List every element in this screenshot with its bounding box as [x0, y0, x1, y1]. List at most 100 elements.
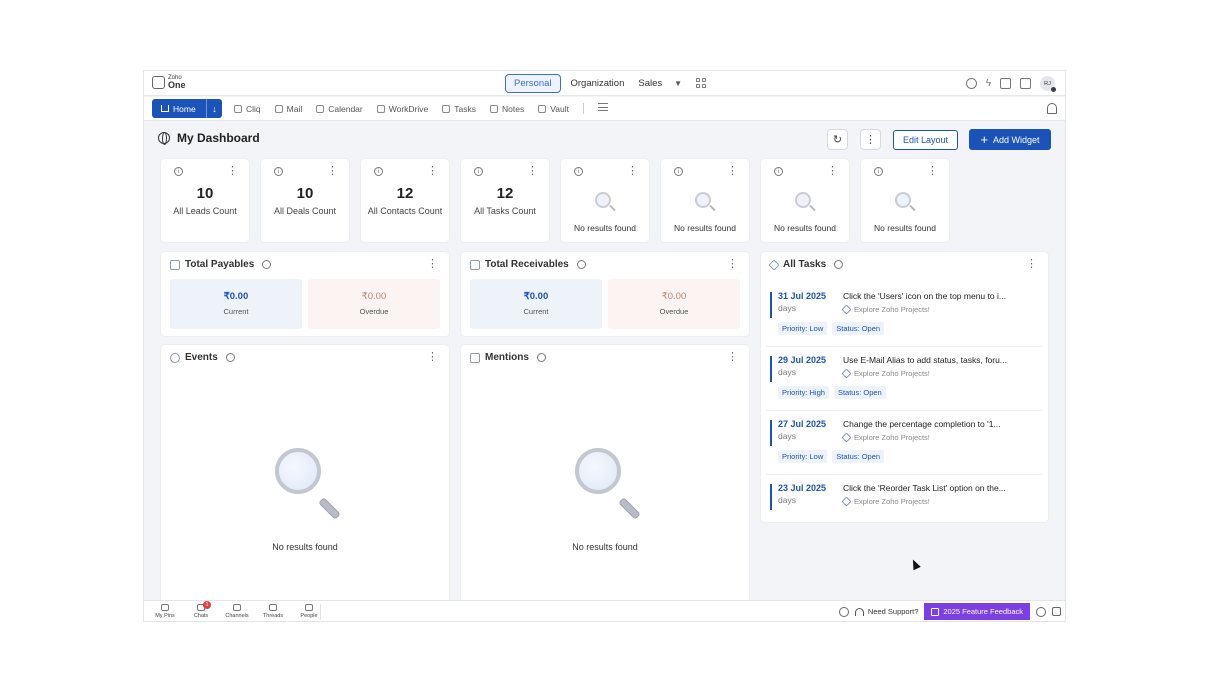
info-icon[interactable]: i	[874, 167, 883, 176]
empty-state-text: No results found	[572, 542, 638, 552]
kebab-icon[interactable]: ⋮	[627, 164, 638, 177]
tasks-icon	[442, 104, 451, 113]
kebab-icon[interactable]: ⋮	[427, 257, 438, 270]
unread-badge: 1	[203, 601, 211, 609]
mention-icon[interactable]	[965, 78, 977, 89]
avatar[interactable]: RJ	[1040, 76, 1056, 92]
empty-state-text: No results found	[574, 223, 636, 233]
info-icon[interactable]	[834, 260, 844, 269]
home-button[interactable]: Home ↓	[152, 99, 222, 118]
nav-item-notes[interactable]: Notes	[490, 103, 524, 114]
info-icon[interactable]: i	[574, 167, 583, 176]
task-project: Explore Zoho Projects!	[841, 304, 930, 315]
bottom-item-my-pins[interactable]: My Pins	[152, 604, 178, 619]
bell-icon[interactable]	[1047, 103, 1057, 114]
top-icons: ϟ RJ	[965, 76, 1056, 92]
receivables-overdue[interactable]: ₹0.00 Overdue	[608, 279, 740, 329]
kebab-icon[interactable]: ⋮	[827, 164, 838, 177]
widget-total-receivables: Total Receivables ⋮ ₹0.00 Current ₹0.00 …	[461, 252, 749, 336]
bottom-item-channels[interactable]: Channels	[224, 604, 250, 619]
info-icon[interactable]	[262, 260, 272, 269]
apps-grid-icon[interactable]	[696, 78, 707, 88]
refresh-icon: ↻	[832, 134, 843, 146]
add-widget-button[interactable]: + Add Widget	[969, 129, 1051, 150]
widget-empty[interactable]: i ⋮ No results found	[661, 159, 749, 242]
task-item[interactable]: 23 Jul 2025 days Click the 'Reorder Task…	[770, 483, 1038, 513]
nav-item-calendar[interactable]: Calendar	[316, 103, 363, 114]
widget-empty[interactable]: i ⋮ No results found	[761, 159, 849, 242]
widget-deals-count[interactable]: i ⋮ 10 All Deals Count	[261, 159, 349, 242]
info-icon[interactable]	[536, 353, 546, 362]
widget-empty[interactable]: i ⋮ No results found	[861, 159, 949, 242]
task-days: days	[778, 431, 796, 441]
arrow-down-icon[interactable]: ↓	[206, 99, 222, 118]
kebab-icon[interactable]: ⋮	[527, 164, 538, 177]
widget-tasks-count[interactable]: i ⋮ 12 All Tasks Count	[461, 159, 549, 242]
info-icon[interactable]: i	[174, 167, 183, 176]
bottom-item-people[interactable]: People	[296, 604, 322, 619]
info-icon[interactable]: i	[674, 167, 683, 176]
receivables-current[interactable]: ₹0.00 Current	[470, 279, 602, 329]
kebab-icon[interactable]: ⋮	[427, 350, 438, 363]
bottom-item-chats[interactable]: 1 Chats	[188, 601, 214, 619]
need-support-button[interactable]: Need Support?	[854, 607, 918, 616]
task-title[interactable]: Use E-Mail Alias to add status, tasks, f…	[843, 355, 1007, 365]
task-item[interactable]: 31 Jul 2025 days Click the 'Users' icon …	[770, 291, 1038, 341]
info-icon[interactable]	[576, 260, 586, 269]
kebab-icon[interactable]: ⋮	[727, 257, 738, 270]
kebab-icon[interactable]: ⋮	[927, 164, 938, 177]
pin-icon	[161, 604, 169, 611]
magnifier-icon	[895, 192, 911, 208]
nav-item-tasks[interactable]: Tasks	[442, 103, 476, 114]
logo-main-text: One	[168, 80, 186, 90]
kebab-icon[interactable]: ⋮	[727, 350, 738, 363]
more-options-button[interactable]: ⋮	[860, 129, 881, 150]
refresh-button[interactable]: ↻	[827, 129, 848, 150]
task-title[interactable]: Click the 'Users' icon on the top menu t…	[843, 291, 1006, 301]
info-icon[interactable]: i	[774, 167, 783, 176]
chevron-down-icon[interactable]: ▼	[674, 79, 682, 88]
info-icon[interactable]	[225, 353, 235, 362]
kebab-icon[interactable]: ⋮	[427, 164, 438, 177]
nav-item-cliq[interactable]: Cliq	[234, 103, 261, 114]
magnifier-icon	[275, 448, 321, 494]
settings-icon[interactable]	[838, 606, 849, 617]
bottom-item-threads[interactable]: Threads	[260, 604, 286, 619]
customize-nav-icon[interactable]	[597, 103, 608, 111]
kebab-icon[interactable]: ⋮	[727, 164, 738, 177]
payables-current[interactable]: ₹0.00 Current	[170, 279, 302, 329]
nav-item-mail[interactable]: Mail	[274, 103, 302, 114]
count-value: 12	[496, 185, 514, 202]
lightning-icon[interactable]: ϟ	[986, 78, 991, 89]
magnifier-icon	[595, 192, 611, 208]
nav-item-workdrive[interactable]: WorkDrive	[376, 103, 428, 114]
payables-overdue[interactable]: ₹0.00 Overdue	[308, 279, 440, 329]
kebab-icon[interactable]: ⋮	[1026, 257, 1037, 270]
calendar-icon[interactable]	[1000, 78, 1011, 89]
widget-leads-count[interactable]: i ⋮ 10 All Leads Count	[161, 159, 249, 242]
info-icon[interactable]: i	[274, 167, 283, 176]
globe-icon	[158, 132, 170, 145]
info-icon[interactable]: i	[474, 167, 483, 176]
nav-item-vault[interactable]: Vault	[538, 103, 569, 114]
scope-organization[interactable]: Organization	[567, 75, 629, 92]
scope-personal[interactable]: Personal	[505, 73, 561, 93]
widget-title: Total Payables	[185, 259, 255, 270]
task-item[interactable]: 29 Jul 2025 days Use E-Mail Alias to add…	[770, 355, 1038, 405]
widget-empty[interactable]: i ⋮ No results found	[561, 159, 649, 242]
assistant-icon[interactable]	[1052, 607, 1061, 616]
feature-feedback-button[interactable]: 2025 Feature Feedback	[924, 603, 1030, 620]
info-icon[interactable]: i	[374, 167, 383, 176]
scope-sales[interactable]: Sales	[634, 75, 666, 92]
task-item[interactable]: 27 Jul 2025 days Change the percentage c…	[770, 419, 1038, 469]
task-title[interactable]: Change the percentage completion to '1..…	[843, 419, 1001, 429]
edit-layout-button[interactable]: Edit Layout	[893, 130, 958, 150]
empty-state-text: No results found	[774, 223, 836, 233]
widget-contacts-count[interactable]: i ⋮ 12 All Contacts Count	[361, 159, 449, 242]
notes-icon[interactable]	[1020, 78, 1031, 89]
zoho-one-logo[interactable]: Zoho One	[152, 75, 186, 90]
kebab-icon[interactable]: ⋮	[327, 164, 338, 177]
task-title[interactable]: Click the 'Reorder Task List' option on …	[843, 483, 1006, 493]
kebab-icon[interactable]: ⋮	[227, 164, 238, 177]
search-icon[interactable]	[1036, 606, 1046, 617]
